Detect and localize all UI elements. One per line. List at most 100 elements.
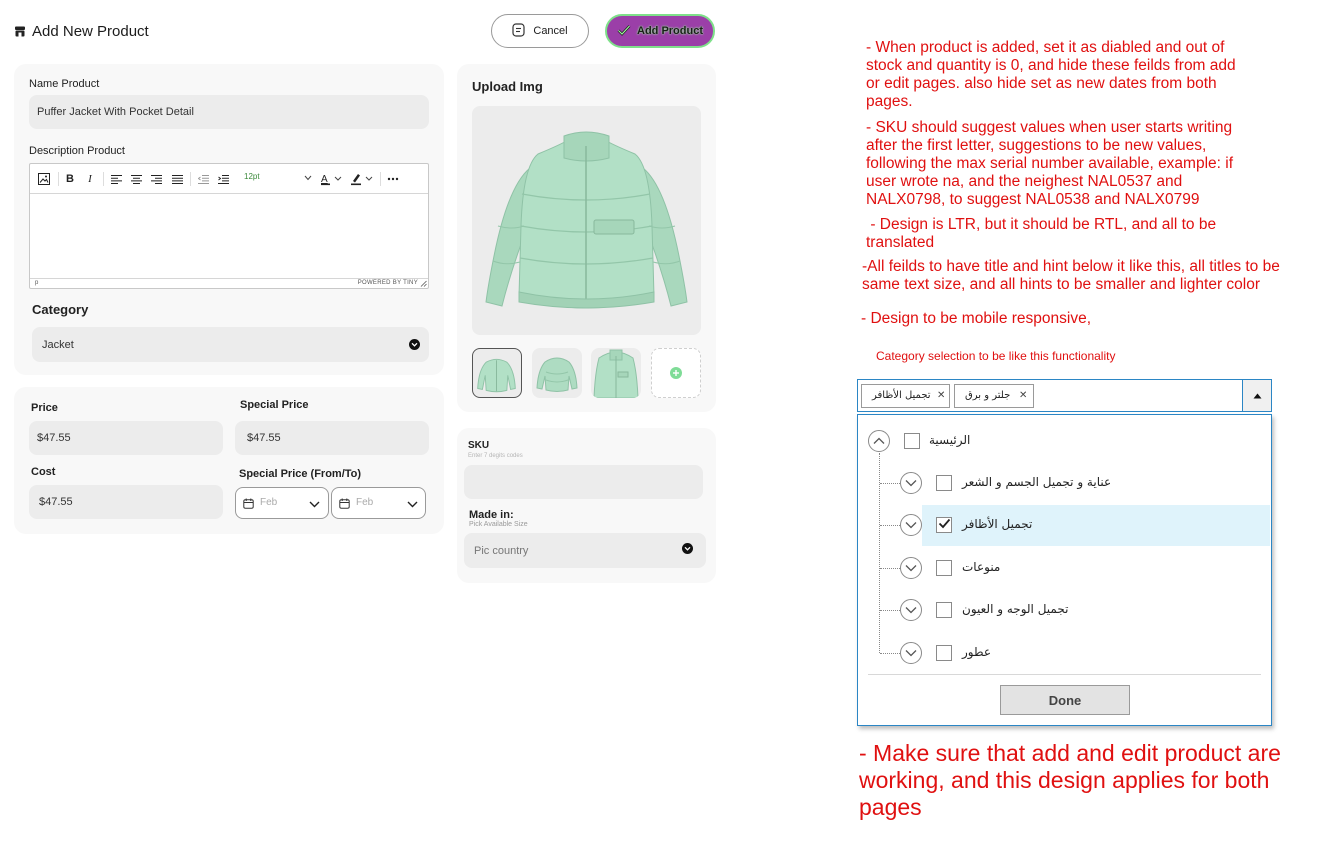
align-left-icon[interactable] <box>108 171 124 187</box>
tree-item-row[interactable]: منوعات <box>858 548 1270 588</box>
chip-remove-icon[interactable]: ✕ <box>1019 390 1027 401</box>
svg-text:A: A <box>321 174 328 185</box>
add-product-button[interactable]: Add Product <box>605 14 715 48</box>
chevron-down-icon <box>682 543 693 557</box>
note-category-selection: Category selection to be like this funct… <box>876 349 1116 363</box>
tree-root-checkbox[interactable] <box>904 433 920 449</box>
tree-item-checkbox[interactable] <box>936 517 952 533</box>
collapse-toggle-icon[interactable] <box>868 430 890 452</box>
resize-handle-icon[interactable] <box>420 280 427 289</box>
tree-root-row[interactable]: الرئيسية <box>858 421 1270 461</box>
check-icon <box>617 24 631 39</box>
tree-item-row[interactable]: عطور <box>858 633 1270 673</box>
category-select[interactable]: Jacket <box>32 327 429 362</box>
image-icon[interactable] <box>36 171 52 187</box>
note-add-edit: - Make sure that add and edit product ar… <box>859 740 1281 820</box>
note-rtl: - Design is LTR, but it should be RTL, a… <box>866 216 1221 251</box>
special-price-range-title: Special Price (From/To) <box>239 468 362 480</box>
done-button[interactable]: Done <box>1000 685 1130 715</box>
toolbar-divider <box>103 172 104 186</box>
tree-item-label: تجميل الوجه و العيون <box>962 602 1069 616</box>
indent-icon[interactable] <box>215 171 231 187</box>
country-placeholder: Pic country <box>474 544 529 557</box>
tree-item-checkbox[interactable] <box>936 560 952 576</box>
toolbar-divider <box>190 172 191 186</box>
special-price-from-date[interactable]: Feb <box>235 487 329 519</box>
description-editor[interactable]: B I 12pt A p POWERED BY TINY <box>29 163 429 289</box>
made-in-title: Made in: <box>469 509 514 521</box>
font-size-value: 12pt <box>244 172 260 181</box>
category-multiselect[interactable]: تجميل الأظافر ✕ جلتر و برق ✕ <box>857 379 1272 412</box>
sku-hint: Enter 7 degits codes <box>468 453 523 459</box>
expand-toggle-icon[interactable] <box>900 599 922 621</box>
expand-toggle-icon[interactable] <box>900 557 922 579</box>
align-center-icon[interactable] <box>128 171 144 187</box>
tree-item-label: عناية و تجميل الجسم و الشعر <box>962 475 1112 489</box>
country-select[interactable]: Pic country <box>464 533 706 568</box>
note-disabled-product: - When product is added, set it as diabl… <box>866 39 1236 110</box>
toolbar-divider <box>380 172 381 186</box>
expand-toggle-icon[interactable] <box>900 514 922 536</box>
selected-chip[interactable]: تجميل الأظافر ✕ <box>861 384 950 408</box>
thumbnail-image-1[interactable] <box>472 348 522 398</box>
to-date-placeholder: Feb <box>356 497 374 508</box>
category-title: Category <box>32 302 89 317</box>
caret-up-icon <box>1253 390 1262 402</box>
add-image-button[interactable] <box>651 348 701 398</box>
made-in-hint: Pick Available Size <box>469 521 528 528</box>
upload-title: Upload Img <box>472 79 543 94</box>
category-value: Jacket <box>42 338 74 351</box>
done-label: Done <box>1048 692 1082 708</box>
page-title: Add New Product <box>32 22 149 40</box>
checkmark-icon <box>938 518 951 532</box>
name-product-value: Puffer Jacket With Pocket Detail <box>37 106 194 118</box>
tree-item-checkbox[interactable] <box>936 475 952 491</box>
name-product-input[interactable]: Puffer Jacket With Pocket Detail <box>29 95 429 129</box>
outdent-icon[interactable] <box>195 171 211 187</box>
tree-item-row[interactable]: تجميل الوجه و العيون <box>858 590 1270 630</box>
highlight-icon[interactable] <box>350 171 376 187</box>
align-right-icon[interactable] <box>148 171 164 187</box>
italic-icon[interactable]: I <box>82 171 98 187</box>
tree-item-label: عطور <box>962 645 991 659</box>
thumbnail-image-2[interactable] <box>532 348 582 398</box>
tree-item-row[interactable]: عناية و تجميل الجسم و الشعر <box>858 463 1270 503</box>
toolbar-divider <box>58 172 59 186</box>
expand-toggle-icon[interactable] <box>900 642 922 664</box>
page-header: Add New Product <box>14 20 149 42</box>
special-price-value: $47.55 <box>247 432 281 444</box>
font-size-select[interactable]: 12pt <box>244 172 314 186</box>
thumbnail-image-3[interactable] <box>591 348 641 398</box>
tree-item-label: منوعات <box>962 560 1001 574</box>
price-input[interactable]: $47.55 <box>29 421 223 455</box>
note-field-hints: -All feilds to have title and hint below… <box>862 258 1280 293</box>
cancel-label: Cancel <box>533 25 568 37</box>
cost-input[interactable]: $47.55 <box>29 485 223 519</box>
expand-toggle-icon[interactable] <box>900 472 922 494</box>
note-responsive: - Design to be mobile responsive, <box>861 310 1092 327</box>
tree-item-checkbox[interactable] <box>936 602 952 618</box>
bold-icon[interactable]: B <box>62 171 78 187</box>
cancel-button[interactable]: Cancel <box>491 14 589 48</box>
text-color-icon[interactable]: A <box>320 171 344 187</box>
special-price-input[interactable]: $47.55 <box>235 421 429 455</box>
from-date-placeholder: Feb <box>260 497 278 508</box>
tree-root-label: الرئيسية <box>929 433 971 447</box>
document-icon <box>512 22 525 40</box>
justify-icon[interactable] <box>169 171 185 187</box>
special-price-to-date[interactable]: Feb <box>331 487 426 519</box>
chip-remove-icon[interactable]: ✕ <box>937 390 945 401</box>
editor-path: p <box>35 280 39 286</box>
chip-label: جلتر و برق <box>965 390 1011 401</box>
cost-value: $47.55 <box>39 496 73 508</box>
selected-chip[interactable]: جلتر و برق ✕ <box>954 384 1034 408</box>
description-title: Description Product <box>29 145 125 157</box>
add-product-label: Add Product <box>637 25 703 37</box>
more-icon[interactable] <box>385 171 401 187</box>
tree-item-checkbox[interactable] <box>936 645 952 661</box>
main-product-image <box>472 106 701 335</box>
tree-item-row-selected[interactable]: تجميل الأظافر <box>858 505 1270 546</box>
multiselect-toggle[interactable] <box>1242 380 1271 411</box>
sku-input[interactable] <box>464 465 703 499</box>
editor-content-area[interactable] <box>30 195 428 278</box>
